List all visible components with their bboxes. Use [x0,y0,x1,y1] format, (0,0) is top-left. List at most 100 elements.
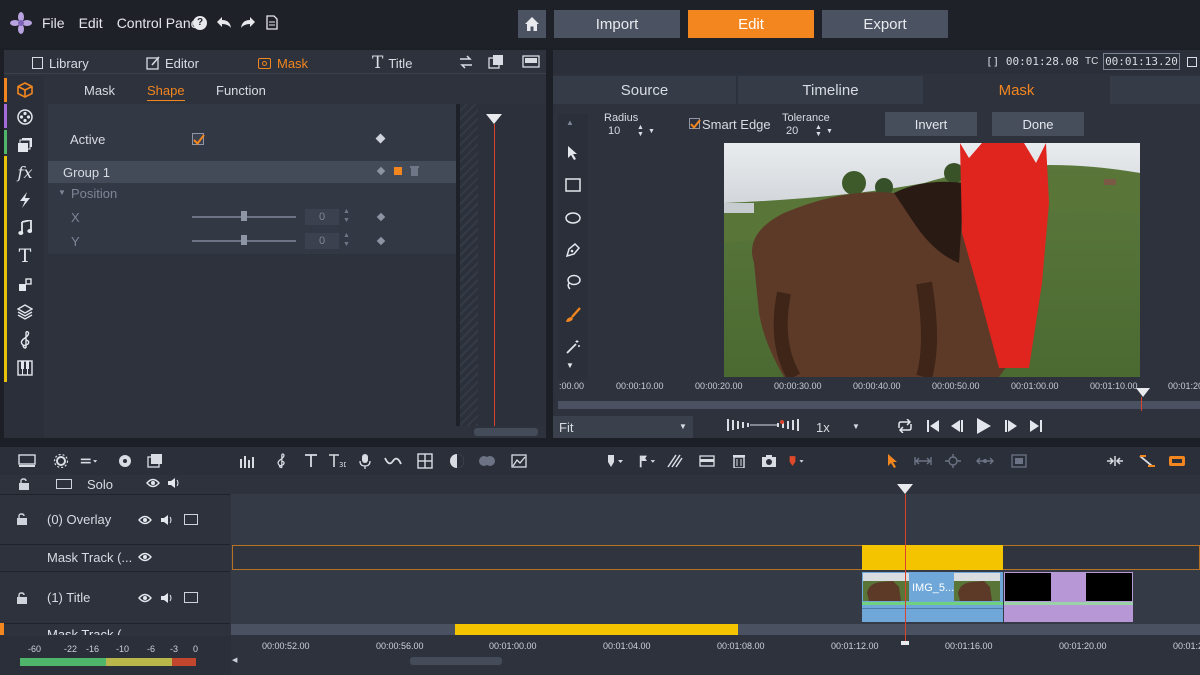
done-button[interactable]: Done [992,112,1084,136]
subtab-function[interactable]: Function [216,83,266,98]
overlay-screen-icon[interactable] [184,514,198,525]
tolerance-control[interactable]: Tolerance 20 [782,112,830,138]
storyboard-icon[interactable] [416,452,434,470]
tools-scroll-up-icon[interactable]: ▲ [566,118,574,127]
fit-dropdown[interactable]: Fit ▼ [553,416,693,438]
subtab-mask[interactable]: Mask [84,83,115,98]
panel-layout-icon[interactable] [522,55,540,68]
fx-icon[interactable]: fx [14,161,36,183]
step-forward-icon[interactable] [1005,420,1017,432]
slip-tool-icon[interactable] [944,452,962,470]
export-mode-button[interactable]: Export [822,10,948,38]
menu-edit[interactable]: Edit [79,15,103,31]
film-reel-icon[interactable] [14,106,36,128]
tools-scroll-down-icon[interactable]: ▼ [566,361,574,370]
mask-clip[interactable] [862,545,1003,570]
mask-track-lane[interactable] [232,545,1200,570]
pen-icon[interactable] [562,239,584,261]
mask-track-visibility-icon[interactable] [138,552,152,562]
pointer-icon[interactable] [562,142,584,164]
motion-path-icon[interactable] [384,452,402,470]
solo-lock-icon[interactable] [18,478,30,490]
marker-icon[interactable] [606,452,624,470]
document-icon[interactable] [266,15,278,30]
link-clips-icon[interactable] [478,452,496,470]
ripple-edit-icon[interactable] [1138,452,1156,470]
radius-control[interactable]: Radius 10 [604,112,638,138]
delete-icon[interactable] [730,452,748,470]
track-options-icon[interactable] [80,452,98,470]
keyframe-scrollbar[interactable] [474,428,538,436]
x-slider-knob[interactable] [241,211,247,221]
title-visibility-icon[interactable] [138,593,152,603]
snap-icon[interactable] [698,452,716,470]
text-title-icon[interactable]: T [14,245,36,267]
lasso-icon[interactable] [562,271,584,293]
timeline-playhead-icon[interactable] [897,484,913,494]
step-back-icon[interactable] [951,420,963,432]
keyframe-playhead-icon[interactable] [486,114,502,124]
shuttle-control[interactable] [726,418,802,432]
trash-icon[interactable] [410,166,419,176]
active-checkbox[interactable] [192,133,205,146]
chapter-marker-icon[interactable] [638,452,656,470]
subtab-shape[interactable]: Shape [147,83,185,101]
overlay-visibility-icon[interactable] [138,515,152,525]
y-slider-knob[interactable] [241,235,247,245]
shapes-icon[interactable] [14,274,36,296]
split-clip-icon[interactable] [666,452,684,470]
color-correction-icon[interactable] [448,452,466,470]
help-icon[interactable]: ? [193,16,207,30]
tolerance-spinner-icon[interactable]: ▲ ▼ [815,124,822,138]
title-screen-icon[interactable] [184,592,198,603]
title-clip[interactable] [1004,572,1133,622]
treble-clef-icon[interactable] [14,329,36,351]
speed-dropdown[interactable]: 1x ▼ [810,416,864,438]
lightning-icon[interactable] [14,189,36,211]
audio-mixer-icon[interactable] [238,452,256,470]
tab-timeline[interactable]: Timeline [738,76,923,104]
invert-button[interactable]: Invert [885,112,977,136]
go-to-end-icon[interactable] [1030,420,1042,432]
preview-scrub-bar[interactable] [558,401,1200,409]
video-clip[interactable]: IMG_5... [862,572,1003,622]
slide-tool-icon[interactable] [976,452,994,470]
preview-playhead-icon[interactable] [1136,388,1150,397]
go-to-start-icon[interactable] [927,420,939,432]
maximize-icon[interactable] [1187,57,1197,67]
selection-pointer-icon[interactable] [884,452,902,470]
menu-control-panel[interactable]: Control Panel [117,15,202,31]
tab-mask-preview[interactable]: Mask [925,76,1108,104]
mask-track-2-clip[interactable] [455,624,738,635]
layers-stack-icon[interactable] [14,134,36,156]
play-icon[interactable] [977,418,991,434]
tab-library[interactable]: Library [32,50,89,76]
layers-icon[interactable] [14,301,36,323]
box-icon[interactable] [14,79,36,101]
magic-wand-icon[interactable] [562,336,584,358]
swap-panels-icon[interactable] [458,55,474,69]
menu-file[interactable]: File [42,15,65,31]
tab-title[interactable]: T Title [372,50,412,76]
overlay-lock-icon[interactable] [16,513,28,525]
disc-icon[interactable] [116,452,134,470]
text-tool-icon[interactable] [302,452,320,470]
ruler-scroll-left-icon[interactable]: ◀ [232,656,237,664]
y-spinner-icon[interactable]: ▲ ▼ [343,231,350,249]
music-note-icon[interactable] [14,217,36,239]
y-value-field[interactable]: 0 [305,233,339,249]
solo-visibility-icon[interactable] [146,478,160,488]
x-value-field[interactable]: 0 [305,209,339,225]
edit-mode-button[interactable]: Edit [688,10,814,38]
piano-icon[interactable] [14,357,36,379]
timeline-scrollbar[interactable] [410,657,502,665]
settings-gear-icon[interactable] [52,452,70,470]
title-audio-icon[interactable] [160,592,174,604]
ellipse-icon[interactable] [562,207,584,229]
mask-track-2-header[interactable]: Mask Track (... [0,623,230,635]
undo-icon[interactable] [216,14,232,30]
tolerance-dropdown-icon[interactable]: ▼ [826,128,833,135]
home-button[interactable] [518,10,546,38]
detach-panel-icon[interactable] [488,54,504,70]
crop-tool-icon[interactable] [1010,452,1028,470]
